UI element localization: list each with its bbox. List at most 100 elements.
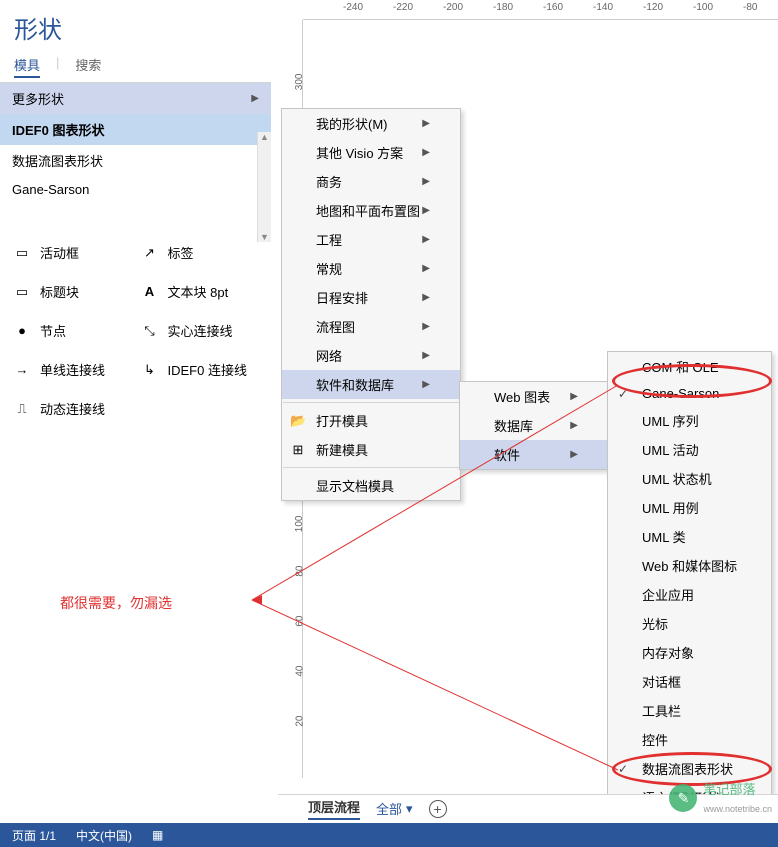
chevron-down-icon: ▾ [406,801,413,817]
menu-item-label: 企业应用 [642,585,694,604]
dynamic-icon: ⎍ [12,401,32,417]
menu-item-label: 数据流图表形状 [642,759,733,778]
menu-item[interactable]: 日程安排▶ [282,283,460,312]
menu-item-label: 光标 [642,614,668,633]
title-icon: ▭ [12,284,32,300]
menu-item[interactable]: 软件和数据库▶ [282,370,460,399]
menu-item-label: UML 序列 [642,411,699,430]
chevron-right-icon: ▶ [422,263,430,274]
menu-item-label: 网络 [316,346,342,365]
menu-item[interactable]: 内存对象 [608,638,771,667]
macro-icon[interactable]: ▦ [152,828,163,842]
connector-icon: ⤡ [140,323,160,339]
menu-item[interactable]: COM 和 OLE [608,352,771,381]
menu-item-label: 我的形状(M) [316,114,388,133]
menu-item[interactable]: ⊞ 新建模具 [282,435,460,464]
new-icon: ⊞ [290,442,306,458]
menu-item-label: 新建模具 [316,440,368,459]
menu-item-label: COM 和 OLE [642,357,719,376]
chevron-right-icon: ▶ [422,350,430,361]
shape-label[interactable]: ↗标签 [136,233,264,272]
menu-item[interactable]: 软件▶ [460,440,608,469]
menu-item[interactable]: UML 状态机 [608,464,771,493]
menu-item-label: Web 图表 [494,387,550,406]
shape-activity-box[interactable]: ▭活动框 [8,233,136,272]
shape-solid-connector[interactable]: ⤡实心连接线 [136,311,264,350]
chevron-right-icon: ▶ [422,205,430,216]
menu-item[interactable]: 📂打开模具 [282,406,460,435]
category-gane-sarson[interactable]: Gane-Sarson [0,176,271,203]
menu-item[interactable]: 工程▶ [282,225,460,254]
shape-single-line[interactable]: →单线连接线 [8,350,136,389]
status-bar: 页面 1/1 中文(中国) ▦ [0,823,778,847]
menu-item[interactable]: 显示文档模具 [282,471,460,500]
menu-item[interactable]: ✓Gane-Sarson [608,381,771,406]
menu-item[interactable]: 企业应用 [608,580,771,609]
idef0-icon: ↳ [140,362,160,378]
add-page-button[interactable]: + [429,800,447,818]
context-menu-shapes: 我的形状(M)▶其他 Visio 方案▶商务▶地图和平面布置图▶工程▶常规▶日程… [281,108,461,501]
shape-title-block[interactable]: ▭标题块 [8,272,136,311]
menu-item[interactable]: UML 类 [608,522,771,551]
chevron-right-icon: ▶ [422,321,430,332]
menu-item-label: UML 类 [642,527,686,546]
text-icon: A [140,284,160,300]
menu-item[interactable]: 常规▶ [282,254,460,283]
chevron-right-icon: ▶ [422,176,430,187]
menu-item[interactable]: 数据库▶ [460,411,608,440]
shape-idef0-connector[interactable]: ↳IDEF0 连接线 [136,350,264,389]
menu-item[interactable]: 我的形状(M) ▶ [282,109,460,138]
shape-dynamic-connector[interactable]: ⎍动态连接线 [8,389,136,428]
menu-item-label: 日程安排 [316,288,368,307]
watermark: ✎ 笔记部落 www.notetribe.cn [669,779,772,817]
more-shapes-row[interactable]: 更多形状 ▶ [0,83,271,114]
sidebar-scrollbar[interactable]: ▲▼ [257,132,271,242]
menu-item-label: 内存对象 [642,643,694,662]
tab-stencils[interactable]: 模具 [14,55,40,78]
tab-search[interactable]: 搜索 [75,55,101,78]
chevron-right-icon: ▶ [422,118,430,129]
menu-item[interactable]: Web 和媒体图标 [608,551,771,580]
dot-icon: ● [12,323,32,339]
menu-item[interactable]: 光标 [608,609,771,638]
menu-item[interactable]: UML 用例 [608,493,771,522]
page-tab-top[interactable]: 顶层流程 [308,797,360,820]
menu-item[interactable]: 其他 Visio 方案▶ [282,138,460,167]
menu-item-label: 流程图 [316,317,355,336]
menu-item-label: UML 活动 [642,440,699,459]
menu-item[interactable]: 控件 [608,725,771,754]
menu-item-label: 工具栏 [642,701,681,720]
menu-item-label: 软件和数据库 [316,375,394,394]
menu-item-label: 商务 [316,172,342,191]
watermark-text: 笔记部落 www.notetribe.cn [703,779,772,817]
chevron-right-icon: ▶ [422,234,430,245]
language-indicator[interactable]: 中文(中国) [76,827,132,844]
menu-item[interactable]: UML 序列 [608,406,771,435]
category-idef0[interactable]: IDEF0 图表形状 [0,114,271,145]
menu-item[interactable]: 对话框 [608,667,771,696]
chevron-right-icon: ▶ [570,391,578,402]
menu-item-label: 其他 Visio 方案 [316,143,403,162]
menu-item[interactable]: Web 图表 ▶ [460,382,608,411]
check-icon: ✓ [618,762,628,776]
menu-item-label: UML 状态机 [642,469,712,488]
menu-item-label: 对话框 [642,672,681,691]
menu-item[interactable]: UML 活动 [608,435,771,464]
menu-item[interactable]: 工具栏 [608,696,771,725]
submenu-software: COM 和 OLE ✓Gane-Sarson UML 序列 UML 活动 UML 状态机… [607,351,772,817]
menu-item[interactable]: 网络 ▶ [282,341,460,370]
menu-item-label: 显示文档模具 [316,476,394,495]
menu-item[interactable]: 商务 ▶ [282,167,460,196]
shape-text-8pt[interactable]: A文本块 8pt [136,272,264,311]
menu-item[interactable]: 地图和平面布置图▶ [282,196,460,225]
page-tab-all[interactable]: 全部 ▾ [376,799,413,818]
more-shapes-label: 更多形状 [12,89,64,108]
line-icon: → [12,362,32,378]
shape-node[interactable]: ●节点 [8,311,136,350]
chevron-right-icon: ▶ [251,93,259,104]
category-dataflow[interactable]: 数据流图表形状 [0,145,271,176]
menu-item[interactable]: 流程图 ▶ [282,312,460,341]
open-icon: 📂 [290,413,306,429]
page-indicator[interactable]: 页面 1/1 [12,827,56,844]
annotation-text: 都很需要，勿漏选 [60,593,172,613]
